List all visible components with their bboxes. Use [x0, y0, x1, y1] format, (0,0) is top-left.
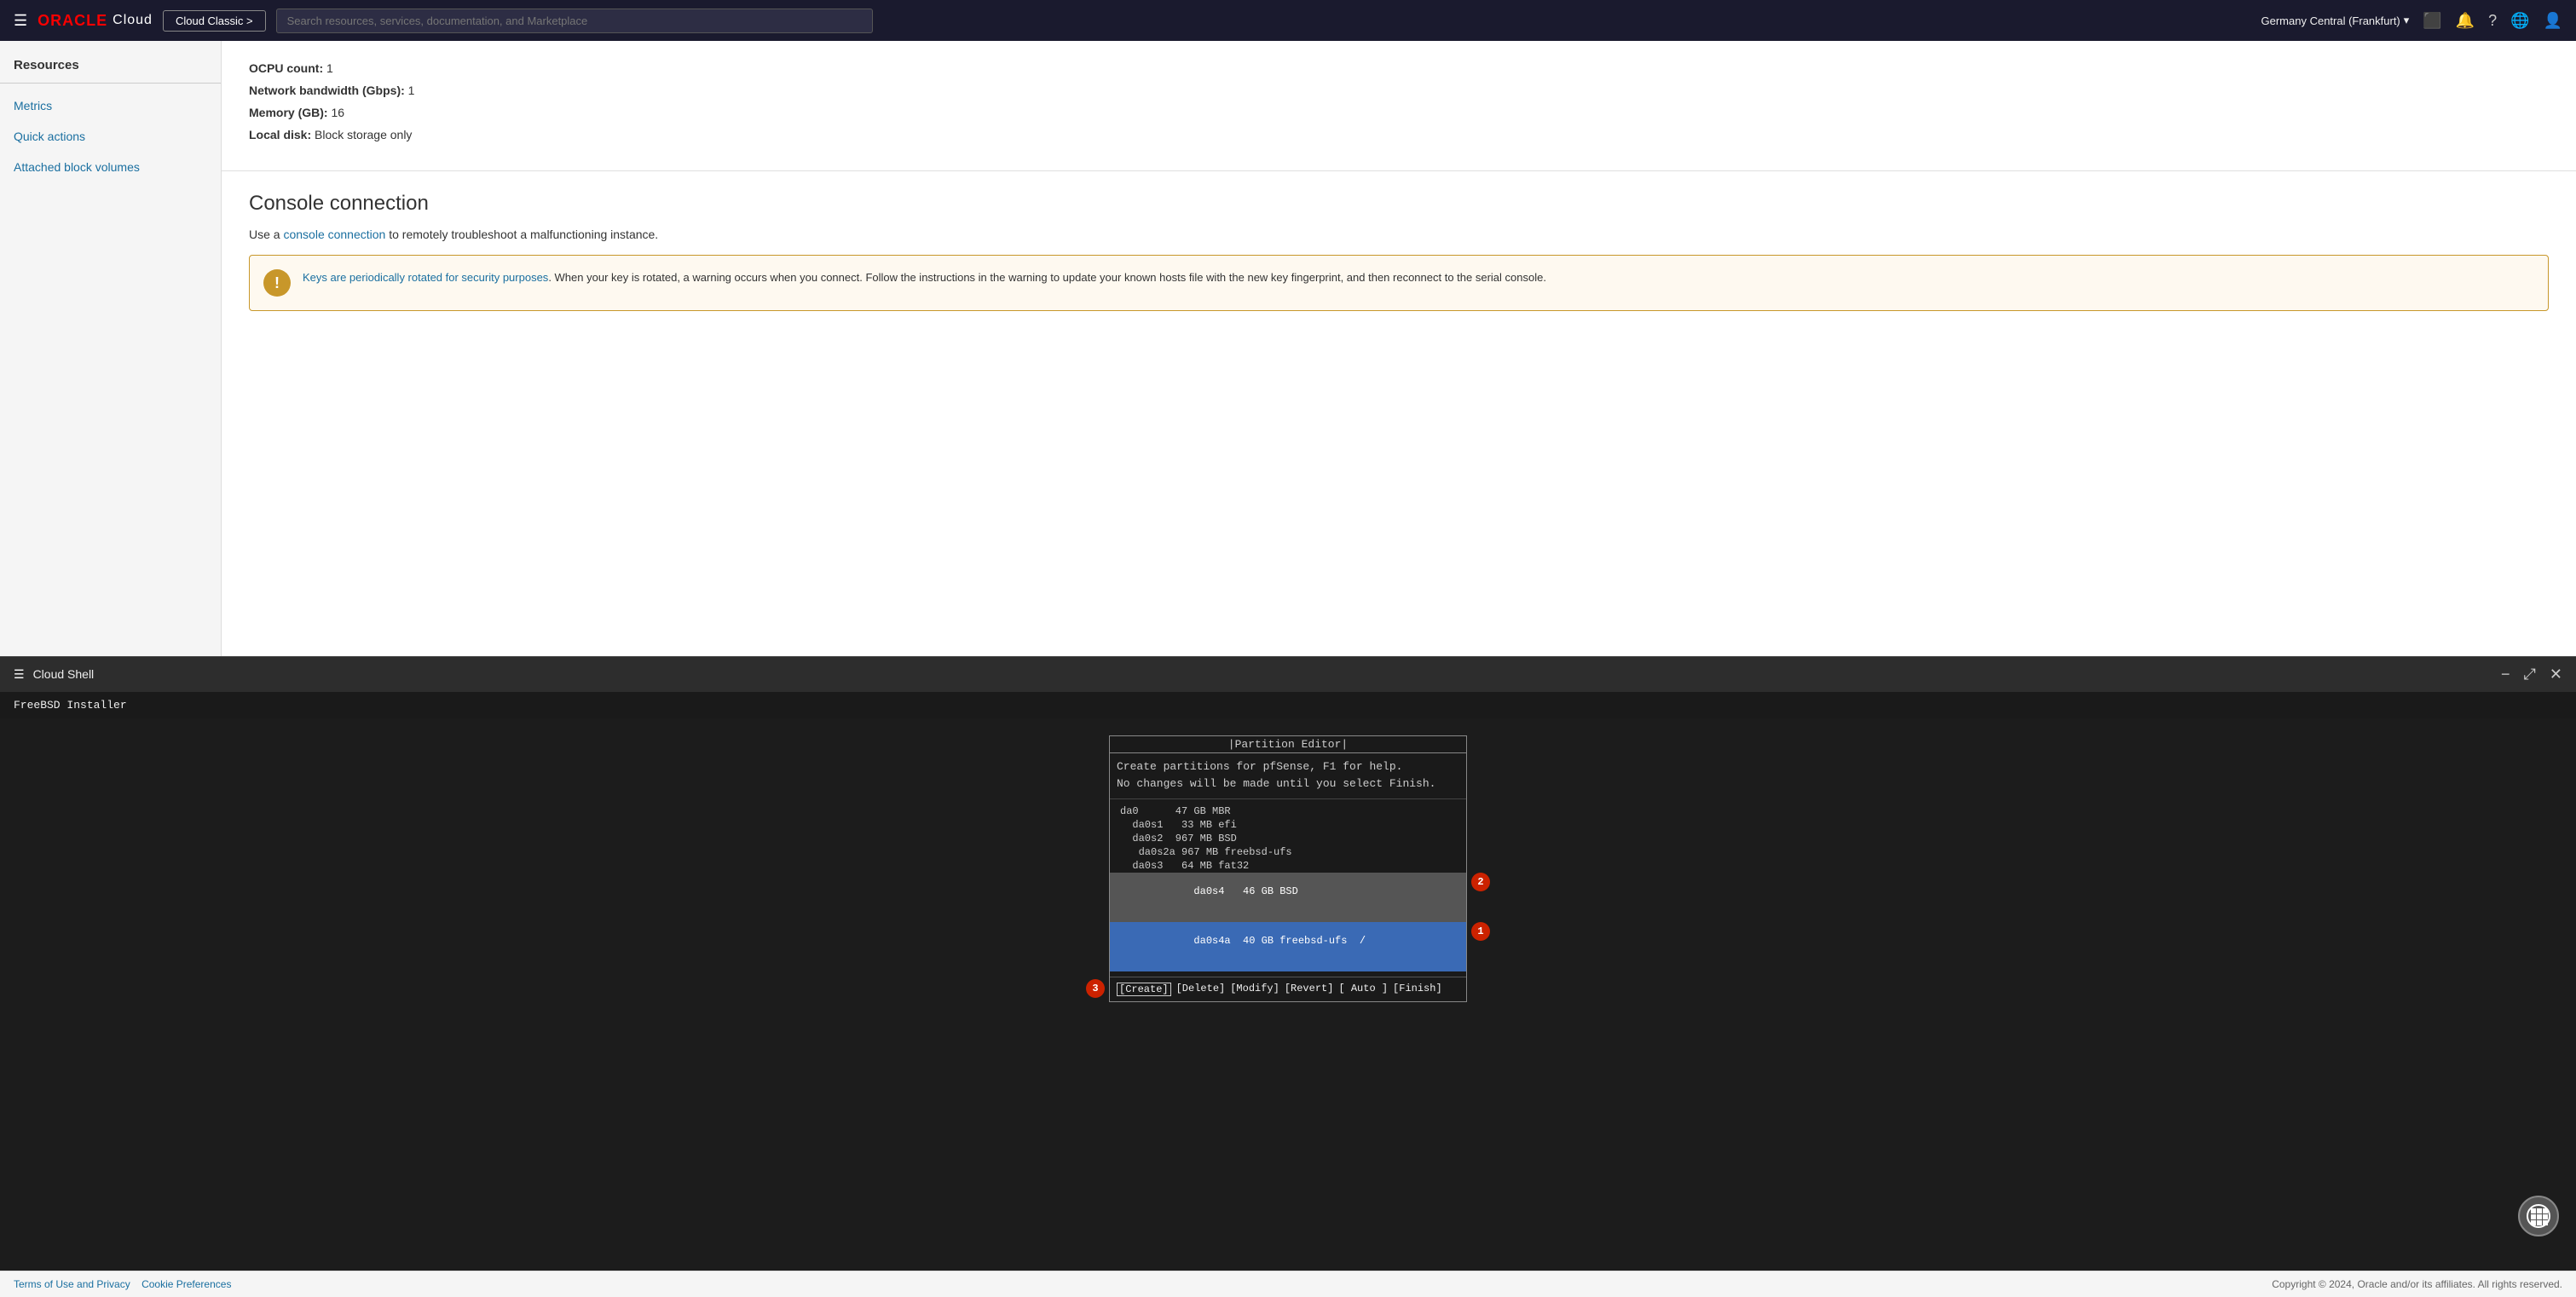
help-icon[interactable]: ?: [2488, 12, 2497, 30]
freebsd-screen: |Partition Editor| Create partitions for…: [0, 718, 2576, 1271]
info-box: OCPU count: 1 Network bandwidth (Gbps): …: [222, 41, 2576, 171]
warning-text: Keys are periodically rotated for securi…: [303, 269, 1546, 286]
help-orb[interactable]: [2518, 1196, 2559, 1236]
terminal-icon[interactable]: ⬛: [2423, 12, 2441, 30]
footer: Terms of Use and Privacy Cookie Preferen…: [0, 1271, 2576, 1297]
memory-value: 16: [331, 106, 344, 119]
search-input[interactable]: [276, 9, 873, 33]
terms-link[interactable]: Terms of Use and Privacy: [14, 1278, 130, 1290]
sidebar-section-title: Resources: [0, 58, 221, 84]
pe-title-bar: |Partition Editor|: [1110, 736, 1466, 753]
navbar: ☰ ORACLE Cloud Cloud Classic > Germany C…: [0, 0, 2576, 41]
warning-icon: !: [263, 269, 291, 297]
partition-row-da0s2: da0s2 967 MB BSD: [1110, 832, 1466, 845]
footer-right: Copyright © 2024, Oracle and/or its affi…: [2272, 1278, 2562, 1290]
pe-partition-list: da0 47 GB MBR da0s1 33 MB efi da0s2 967 …: [1110, 799, 1466, 977]
local-disk-value: Block storage only: [315, 128, 412, 141]
pe-auto-button[interactable]: [ Auto ]: [1338, 983, 1388, 996]
partition-row-da0: da0 47 GB MBR: [1110, 804, 1466, 818]
globe-icon[interactable]: 🌐: [2510, 12, 2529, 30]
cookie-link[interactable]: Cookie Preferences: [142, 1278, 231, 1290]
sidebar-item-attached-block-volumes[interactable]: Attached block volumes: [0, 152, 221, 182]
partition-row-da0s3: da0s3 64 MB fat32: [1110, 859, 1466, 873]
oracle-text: ORACLE: [38, 12, 107, 30]
memory-label: Memory (GB):: [249, 106, 328, 119]
installer-label: FreeBSD Installer: [0, 692, 2576, 718]
hamburger-icon[interactable]: ☰: [14, 12, 27, 30]
keys-rotated-link[interactable]: Keys are periodically rotated for securi…: [303, 271, 548, 284]
minimize-icon[interactable]: −: [2501, 666, 2510, 683]
cloud-text: Cloud: [113, 13, 153, 28]
console-desc: Use a console connection to remotely tro…: [249, 228, 2549, 241]
network-label: Network bandwidth (Gbps):: [249, 84, 405, 97]
console-title: Console connection: [249, 192, 2549, 216]
pe-revert-button[interactable]: [Revert]: [1285, 983, 1334, 996]
region-label: Germany Central (Frankfurt): [2261, 14, 2400, 27]
bell-icon[interactable]: 🔔: [2456, 12, 2475, 30]
partition-row-da0s4a[interactable]: da0s4a 40 GB freebsd-ufs / 1: [1110, 922, 1466, 971]
partition-editor-dialog: |Partition Editor| Create partitions for…: [1109, 735, 1467, 1003]
ocpu-value: 1: [326, 61, 333, 75]
warning-box: ! Keys are periodically rotated for secu…: [249, 255, 2549, 311]
chevron-down-icon: ▾: [2404, 14, 2410, 27]
navbar-right: Germany Central (Frankfurt) ▾ ⬛ 🔔 ? 🌐 👤: [2261, 12, 2563, 30]
local-disk-row: Local disk: Block storage only: [249, 128, 2549, 141]
terminal-area: FreeBSD Installer |Partition Editor| Cre…: [0, 692, 2576, 1271]
cloud-shell-bar: ☰ Cloud Shell − ⤢ ✕: [0, 656, 2576, 692]
region-selector[interactable]: Germany Central (Frankfurt) ▾: [2261, 14, 2410, 27]
network-value: 1: [408, 84, 415, 97]
badge-2: 2: [1471, 873, 1490, 891]
pe-modify-button[interactable]: [Modify]: [1230, 983, 1279, 996]
pe-delete-button[interactable]: [Delete]: [1176, 983, 1226, 996]
logo: ORACLE Cloud: [38, 12, 153, 30]
pe-finish-button[interactable]: [Finish]: [1393, 983, 1442, 996]
footer-left: Terms of Use and Privacy Cookie Preferen…: [14, 1278, 231, 1290]
content-area: OCPU count: 1 Network bandwidth (Gbps): …: [222, 41, 2576, 656]
close-icon[interactable]: ✕: [2550, 666, 2562, 683]
lower-section: ☰ Cloud Shell − ⤢ ✕ FreeBSD Installer |P…: [0, 656, 2576, 1271]
local-disk-label: Local disk:: [249, 128, 311, 141]
badge-3: 3: [1086, 979, 1105, 998]
cloud-classic-button[interactable]: Cloud Classic >: [163, 10, 266, 32]
console-section: Console connection Use a console connect…: [222, 171, 2576, 349]
shell-hamburger-icon[interactable]: ☰: [14, 667, 25, 682]
badge-1: 1: [1471, 922, 1490, 941]
expand-icon[interactable]: ⤢: [2524, 666, 2536, 683]
user-icon[interactable]: 👤: [2544, 12, 2562, 30]
pe-create-button[interactable]: [Create]: [1117, 983, 1171, 996]
pe-instructions: Create partitions for pfSense, F1 for he…: [1110, 753, 1466, 800]
memory-row: Memory (GB): 16: [249, 106, 2549, 119]
partition-row-da0s2a: da0s2a 967 MB freebsd-ufs: [1110, 845, 1466, 859]
network-row: Network bandwidth (Gbps): 1: [249, 84, 2549, 97]
ocpu-label: OCPU count:: [249, 61, 323, 75]
cloud-shell-title: Cloud Shell: [33, 667, 95, 681]
partition-row-da0s4[interactable]: da0s4 46 GB BSD 2: [1110, 873, 1466, 922]
partition-row-da0s1: da0s1 33 MB efi: [1110, 818, 1466, 832]
sidebar-item-quick-actions[interactable]: Quick actions: [0, 121, 221, 152]
sidebar: Resources Metrics Quick actions Attached…: [0, 41, 222, 656]
sidebar-item-metrics[interactable]: Metrics: [0, 90, 221, 121]
pe-actions: 3 [Create] [Delete] [Modify] [Revert] [ …: [1110, 977, 1466, 1001]
upper-section: Resources Metrics Quick actions Attached…: [0, 41, 2576, 656]
ocpu-row: OCPU count: 1: [249, 61, 2549, 75]
shell-window-controls: − ⤢ ✕: [2501, 666, 2562, 683]
console-connection-link[interactable]: console connection: [283, 228, 385, 241]
